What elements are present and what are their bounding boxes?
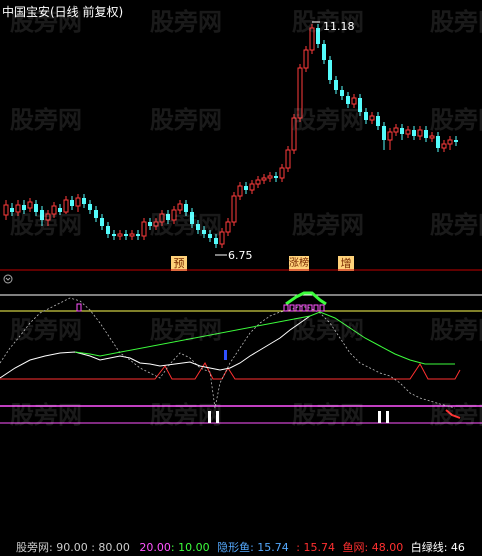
watermark: 股旁网 (292, 211, 364, 239)
candle-body (225, 221, 231, 233)
candle-body (124, 234, 128, 236)
candle-body (303, 49, 309, 69)
candle-body (376, 116, 380, 126)
candle-body (141, 221, 147, 237)
candle-body (328, 60, 332, 80)
watermark: 股旁网 (10, 8, 82, 36)
indicator-name[interactable]: 股旁网 (16, 541, 49, 554)
candle-body (364, 112, 368, 120)
candle-body (274, 176, 278, 178)
legend-v1: 20.00 (139, 541, 171, 554)
candle-body (454, 140, 458, 142)
low-price-label: 6.75 (228, 249, 253, 262)
candle-body (94, 210, 98, 218)
legend-v2: : 10.00 (170, 541, 210, 554)
candle-body (382, 126, 386, 140)
candle-body (429, 135, 435, 139)
candle-body (424, 130, 428, 138)
watermark: 股旁网 (430, 211, 482, 239)
candle-body (129, 233, 135, 237)
watermark: 股旁网 (292, 316, 364, 344)
candle-body (447, 139, 453, 145)
panel-toggle-icon (3, 274, 13, 284)
indicator-params: : 90.00 : 80.00 (49, 541, 130, 554)
watermark: 股旁网 (150, 211, 222, 239)
candle-body (106, 226, 110, 234)
watermark: 股旁网 (430, 8, 482, 36)
candle-body (369, 115, 375, 121)
candle-body (322, 44, 326, 60)
legend-yuwang: 鱼网: 48.00 (342, 541, 404, 554)
watermark: 股旁网 (150, 316, 222, 344)
indicator-legend: 股旁网: 90.00 : 80.00 20.00: 10.00 隐形鱼: 15.… (0, 540, 465, 556)
watermark: 股旁网 (292, 106, 364, 134)
candle-body (334, 80, 338, 90)
candle-body (340, 90, 344, 96)
watermark: 股旁网 (292, 8, 364, 36)
candle-body (267, 175, 273, 179)
candle-body (255, 179, 261, 185)
candle-body (100, 218, 104, 226)
candle-body (417, 129, 423, 137)
candle-body (441, 143, 447, 149)
watermark: 股旁网 (10, 211, 82, 239)
watermark: 股旁网 (10, 106, 82, 134)
legend-yinxingyu: 隐形鱼: 15.74 (217, 541, 289, 554)
watermark: 股旁网 (430, 316, 482, 344)
red-line (0, 361, 461, 380)
candle-body (82, 198, 86, 204)
candle-body (249, 183, 255, 191)
candle-body (436, 136, 440, 148)
watermark: 股旁网 (150, 8, 222, 36)
candle-body (393, 127, 399, 133)
candle-body (112, 234, 116, 236)
candle-body (400, 128, 404, 134)
watermark: 股旁网 (150, 106, 222, 134)
candle-body (261, 177, 267, 181)
legend-bailvxian: 白绿线: 46 (410, 541, 465, 554)
candle-body (3, 204, 9, 216)
watermark: 股旁网 (10, 316, 82, 344)
candle-body (237, 185, 243, 197)
candle-body (244, 186, 248, 190)
candle-body (412, 130, 416, 136)
candle-body (231, 195, 237, 223)
watermark: 股旁网 (430, 106, 482, 134)
candle-body (117, 233, 123, 237)
candle-body (88, 204, 92, 210)
candle-body (279, 167, 285, 179)
candle-body (405, 129, 411, 135)
legend-v3: : 15.74 (296, 541, 335, 554)
candle-body (387, 131, 393, 141)
candle-body (136, 234, 140, 236)
candle-body (285, 149, 291, 169)
